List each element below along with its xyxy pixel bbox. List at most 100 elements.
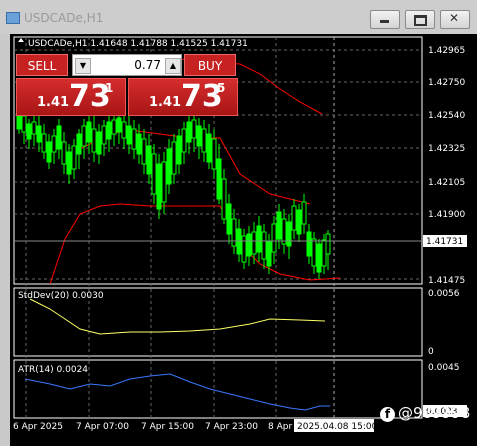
stddev-axis-max: 0.0056 bbox=[428, 289, 460, 299]
facebook-icon: f bbox=[380, 407, 395, 422]
candle-body bbox=[16, 113, 22, 130]
lot-increase-icon[interactable]: ▲ bbox=[165, 58, 181, 74]
close-button[interactable] bbox=[440, 10, 470, 29]
window-titlebar[interactable]: USDCADe,H1 bbox=[0, 0, 477, 34]
candle-body bbox=[311, 238, 317, 267]
candle-body bbox=[281, 218, 287, 245]
candle-body bbox=[151, 153, 157, 195]
candle-body bbox=[191, 119, 197, 139]
candle-body bbox=[325, 233, 331, 255]
candle-body bbox=[166, 148, 172, 185]
candle-body bbox=[296, 209, 302, 235]
candle-body bbox=[306, 231, 312, 257]
time-label: 6 Apr 2025 bbox=[13, 422, 63, 432]
candle-body bbox=[161, 161, 167, 203]
candle-body bbox=[221, 178, 227, 220]
chart-header: USDCADe,H1 1.41648 1.41788 1.41525 1.417… bbox=[28, 39, 248, 49]
lot-size-input[interactable]: 0.77 bbox=[93, 55, 161, 75]
price-label: 1.42105 bbox=[428, 178, 465, 188]
candle-body bbox=[86, 121, 92, 143]
candle-body bbox=[301, 201, 307, 225]
candle-body bbox=[121, 121, 127, 139]
candle-body bbox=[96, 131, 102, 155]
candle-body bbox=[106, 121, 112, 140]
candle-body bbox=[211, 138, 217, 170]
candle-body bbox=[101, 125, 107, 145]
candle-body bbox=[116, 117, 122, 133]
candle-body bbox=[321, 239, 327, 267]
candle-body bbox=[186, 121, 192, 143]
candle-body bbox=[136, 133, 142, 155]
stddev-label: StdDev(20) 0.0030 bbox=[18, 291, 104, 301]
candle-body bbox=[276, 211, 282, 240]
time-label: 7 Apr 15:00 bbox=[141, 422, 194, 432]
candle-body bbox=[266, 241, 272, 267]
window-title: USDCADe,H1 bbox=[24, 11, 104, 25]
price-label: 1.42965 bbox=[428, 46, 465, 56]
candle-body bbox=[131, 128, 137, 150]
collapse-arrow-icon[interactable] bbox=[18, 38, 24, 42]
time-label: 8 Apr bbox=[268, 422, 292, 432]
price-label: 1.41900 bbox=[428, 210, 465, 220]
stddev-axis-min: 0 bbox=[428, 347, 434, 357]
candle-body bbox=[241, 235, 247, 263]
candle-body bbox=[216, 158, 222, 200]
lot-decrease-icon[interactable]: ▼ bbox=[75, 58, 91, 74]
candle-body bbox=[171, 141, 177, 175]
time-label: 7 Apr 07:00 bbox=[76, 422, 129, 432]
candle-body bbox=[251, 231, 257, 255]
candle-body bbox=[21, 115, 27, 133]
candle-body bbox=[291, 205, 297, 231]
candle-body bbox=[81, 125, 87, 147]
buy-button[interactable]: BUY bbox=[184, 54, 236, 76]
lot-size-stepper[interactable]: ▼ 0.77 ▲ bbox=[72, 54, 182, 76]
candle-body bbox=[176, 135, 182, 165]
candle-body bbox=[141, 138, 147, 165]
candle-body bbox=[256, 225, 262, 253]
candle-body bbox=[36, 125, 42, 143]
candle-body bbox=[146, 145, 152, 175]
atr-axis-max: 0.0045 bbox=[428, 363, 460, 373]
buy-price-button[interactable]: 1.41 73 5 bbox=[128, 78, 238, 116]
candlesticks bbox=[16, 104, 331, 279]
candle-body bbox=[71, 145, 77, 170]
candle-body bbox=[156, 163, 162, 210]
candle-body bbox=[271, 223, 277, 253]
candle-body bbox=[261, 231, 267, 260]
buy-price-prefix: 1.41 bbox=[149, 95, 182, 110]
maximize-button[interactable] bbox=[405, 10, 435, 29]
candle-body bbox=[316, 243, 322, 273]
price-label: 1.42540 bbox=[428, 111, 465, 121]
candle-body bbox=[91, 128, 97, 153]
candle-body bbox=[31, 121, 37, 135]
candle-body bbox=[226, 203, 232, 235]
atr-line bbox=[24, 373, 330, 411]
candle-body bbox=[66, 151, 72, 175]
candle-body bbox=[56, 125, 62, 150]
candle-body bbox=[286, 221, 292, 247]
candle-body bbox=[246, 233, 252, 257]
price-label: 1.42325 bbox=[428, 144, 465, 154]
buy-price-sup: 5 bbox=[217, 81, 226, 95]
sell-price-prefix: 1.41 bbox=[37, 95, 70, 110]
candle-body bbox=[46, 141, 52, 163]
sell-price-sup: 1 bbox=[105, 81, 114, 95]
candle-body bbox=[126, 125, 132, 145]
chart-window-icon bbox=[6, 12, 20, 24]
minimize-button[interactable] bbox=[370, 10, 400, 29]
cursor-time: 2025.04.08 15:00 bbox=[297, 422, 378, 432]
current-price-value: 1.41731 bbox=[426, 237, 463, 247]
sell-button[interactable]: SELL bbox=[16, 54, 68, 76]
candle-body bbox=[41, 133, 47, 153]
candle-body bbox=[196, 125, 202, 147]
candle-body bbox=[111, 119, 117, 135]
sell-price-button[interactable]: 1.41 73 1 bbox=[16, 78, 126, 116]
price-label: 1.42750 bbox=[428, 78, 465, 88]
atr-label: ATR(14) 0.0024 bbox=[18, 365, 88, 375]
time-label: 7 Apr 23:00 bbox=[205, 422, 258, 432]
candle-body bbox=[26, 123, 32, 140]
candle-body bbox=[181, 128, 187, 153]
candle-body bbox=[61, 141, 67, 165]
watermark-text: @989998 bbox=[398, 404, 471, 422]
stddev-line bbox=[29, 298, 326, 335]
